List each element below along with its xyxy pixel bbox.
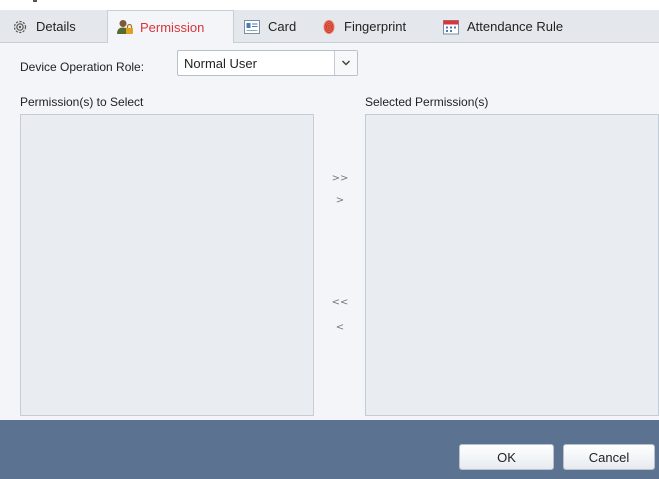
selected-permissions-list[interactable] — [365, 114, 659, 416]
device-operation-role-label: Device Operation Role: — [20, 60, 145, 74]
permissions-to-select-list[interactable] — [20, 114, 314, 416]
tab-fingerprint[interactable]: Fingerprint — [322, 10, 406, 43]
top-strip — [0, 0, 659, 10]
tab-card-label: Card — [268, 19, 297, 34]
permissions-to-select-title: Permission(s) to Select — [20, 95, 144, 109]
gear-icon — [12, 19, 28, 35]
card-icon — [244, 19, 260, 35]
tab-attendance-rule-label: Attendance Rule — [467, 19, 564, 34]
tab-fingerprint-label: Fingerprint — [344, 19, 407, 34]
add-button[interactable]: > — [326, 195, 354, 206]
dialog-footer: OK Cancel — [0, 420, 659, 479]
tab-attendance-rule[interactable]: Attendance Rule — [443, 10, 563, 43]
tab-details[interactable]: Details — [12, 10, 76, 43]
tab-card[interactable]: Card — [244, 10, 296, 43]
tab-details-label: Details — [36, 19, 76, 34]
tab-bar: Details Permission Card Fingerprint Atte… — [0, 10, 659, 43]
remove-button[interactable]: < — [326, 322, 354, 333]
role-selected-value: Normal User — [184, 56, 257, 71]
calendar-icon — [443, 19, 459, 35]
device-operation-role-select[interactable]: Normal User — [177, 50, 358, 76]
permission-panel: Device Operation Role: Normal User Permi… — [0, 43, 659, 420]
cancel-button[interactable]: Cancel — [563, 444, 655, 470]
add-all-button[interactable]: >> — [326, 173, 354, 184]
user-lock-icon — [116, 19, 133, 35]
ok-button[interactable]: OK — [459, 444, 554, 470]
selected-permissions-title: Selected Permission(s) — [365, 95, 489, 109]
chevron-down-icon[interactable] — [334, 51, 357, 75]
top-mark — [33, 0, 37, 2]
tab-permission[interactable]: Permission — [107, 10, 234, 43]
tab-permission-label: Permission — [140, 19, 205, 35]
fingerprint-icon — [322, 19, 336, 35]
remove-all-button[interactable]: << — [326, 297, 354, 308]
